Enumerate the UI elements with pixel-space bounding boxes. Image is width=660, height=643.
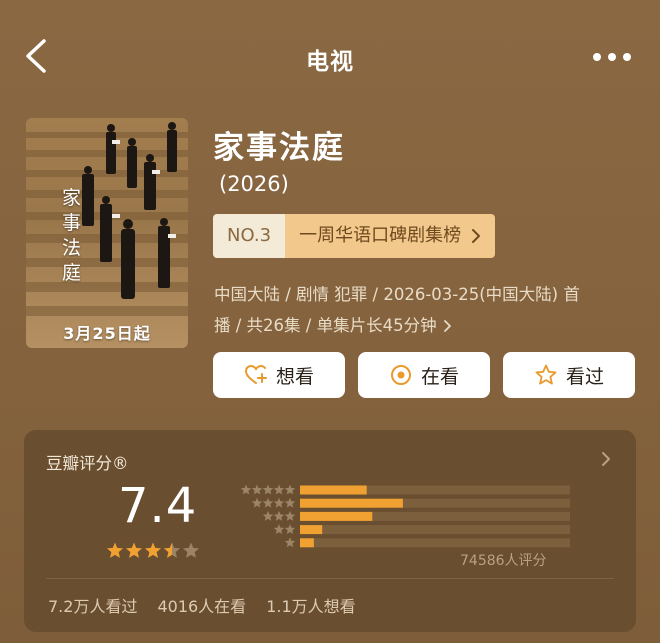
meta-line: 播 / 共26集 / 单集片长45分钟	[214, 310, 634, 341]
want-to-watch-label: 想看	[275, 365, 314, 388]
rating-card[interactable]: 豆瓣评分® 7.4 74586人评分 7.2万人看过 4016人在看 1.1万人…	[24, 430, 636, 632]
rating-star	[125, 542, 143, 558]
poster-title-char: 事	[62, 212, 82, 234]
show-meta[interactable]: 中国大陆 / 剧情 犯罪 / 2026-03-25(中国大陆) 首 播 / 共2…	[214, 279, 634, 341]
poster-title-char: 庭	[62, 262, 82, 284]
rank-list-label: 一周华语口碑剧集榜	[299, 225, 462, 246]
distribution-star	[273, 484, 285, 495]
rating-distribution	[240, 484, 570, 548]
watched-count: 7.2万人看过	[48, 597, 138, 616]
distribution-star	[251, 497, 263, 508]
poster-artwork	[26, 122, 188, 316]
rating-star	[163, 542, 181, 558]
distribution-star	[284, 510, 296, 521]
want-count: 1.1万人想看	[266, 597, 356, 616]
more-icon[interactable]	[592, 52, 632, 62]
show-year: (2026)	[219, 172, 289, 196]
chevron-right-icon	[472, 229, 481, 243]
distribution-star	[273, 510, 285, 521]
distribution-bar	[300, 485, 367, 495]
audience-stats: 7.2万人看过 4016人在看 1.1万人想看	[48, 593, 356, 617]
watched-button[interactable]: 看过	[503, 352, 635, 398]
distribution-star	[273, 524, 285, 535]
rating-star	[182, 542, 200, 558]
show-title: 家事法庭	[213, 130, 345, 166]
want-to-watch-button[interactable]: 想看	[213, 352, 345, 398]
distribution-bar	[300, 538, 314, 548]
nav-title: 电视	[306, 49, 354, 75]
rating-source-label: 豆瓣评分®	[46, 454, 129, 473]
distribution-star	[284, 497, 296, 508]
chevron-right-icon[interactable]	[599, 450, 613, 468]
distribution-bar-track	[300, 525, 570, 535]
poster-date: 3月25日起	[63, 324, 151, 343]
distribution-bar	[300, 511, 373, 521]
rating-star	[144, 542, 162, 558]
watching-label: 在看	[420, 365, 459, 388]
distribution-star	[284, 484, 296, 495]
rating-star	[106, 542, 124, 558]
rank-badge[interactable]: NO.3 一周华语口碑剧集榜	[213, 214, 496, 258]
distribution-star	[240, 484, 252, 495]
distribution-star	[262, 497, 274, 508]
poster-title: 家 事 法 庭	[62, 186, 84, 286]
heart-plus-icon	[244, 364, 267, 384]
distribution-bar	[300, 525, 323, 535]
rank-list-name: 一周华语口碑剧集榜	[285, 214, 496, 258]
divider	[46, 578, 614, 579]
distribution-star	[262, 484, 274, 495]
poster-title-char: 法	[62, 237, 82, 259]
distribution-star	[284, 524, 296, 535]
poster-title-char: 家	[62, 187, 82, 209]
watching-count: 4016人在看	[157, 597, 247, 616]
chevron-right-icon	[443, 319, 451, 332]
watching-button[interactable]: 在看	[358, 352, 490, 398]
distribution-bar	[300, 498, 403, 508]
distribution-star	[284, 537, 296, 548]
poster-image[interactable]: 家 事 法 庭 3月25日起	[26, 118, 188, 348]
action-buttons: 想看 在看 看过	[213, 352, 635, 398]
rating-score: 7.4	[118, 478, 198, 534]
rating-count: 74586人评分	[460, 553, 547, 569]
rank-number: NO.3	[213, 214, 286, 258]
distribution-star	[251, 484, 263, 495]
watched-label: 看过	[565, 365, 604, 388]
star-icon	[535, 364, 557, 385]
distribution-bar-track	[300, 538, 570, 548]
distribution-star	[273, 497, 285, 508]
top-nav: 电视	[0, 0, 660, 110]
distribution-star	[262, 510, 274, 521]
target-icon	[390, 365, 411, 385]
meta-line-text: 播 / 共26集 / 单集片长45分钟	[214, 316, 437, 335]
meta-line: 中国大陆 / 剧情 犯罪 / 2026-03-25(中国大陆) 首	[214, 285, 580, 304]
rating-stars	[106, 542, 200, 558]
